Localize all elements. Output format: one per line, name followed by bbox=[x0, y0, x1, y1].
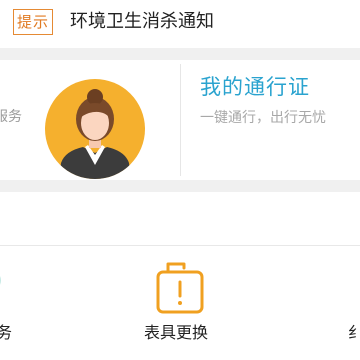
section-gap bbox=[0, 48, 360, 60]
service-item-partial-label[interactable]: 服务 bbox=[0, 108, 22, 126]
grid-item-label: 纟 bbox=[348, 323, 360, 342]
notice-bar[interactable]: 提示 环境卫生消杀通知 bbox=[0, 0, 360, 48]
user-avatar-icon[interactable] bbox=[45, 79, 145, 179]
section-gap bbox=[0, 180, 360, 192]
grid-item-label: 务 bbox=[0, 323, 13, 342]
notice-text[interactable]: 环境卫生消杀通知 bbox=[70, 8, 214, 36]
notice-tag: 提示 bbox=[13, 9, 54, 35]
grid-item-right-partial[interactable]: 纟 bbox=[330, 246, 360, 360]
my-pass-title[interactable]: 我的通行证 bbox=[200, 72, 310, 102]
grid-item-left-partial[interactable]: 务 bbox=[0, 246, 60, 360]
grid-item-label: 表具更换 bbox=[144, 323, 209, 342]
partial-icon bbox=[0, 276, 1, 285]
page: 提示 环境卫生消杀通知 服务 我的通行证 一键通行，出行无忧 务 表具更换 纟 bbox=[0, 0, 360, 360]
my-pass-subtitle: 一键通行，出行无忧 bbox=[200, 110, 326, 126]
service-card-row: 服务 我的通行证 一键通行，出行无忧 bbox=[0, 60, 360, 180]
grid-item-meter-replace[interactable]: 表具更换 bbox=[130, 246, 230, 360]
meter-replace-icon bbox=[156, 262, 204, 314]
blank-area bbox=[0, 192, 360, 245]
card-divider bbox=[180, 64, 181, 176]
